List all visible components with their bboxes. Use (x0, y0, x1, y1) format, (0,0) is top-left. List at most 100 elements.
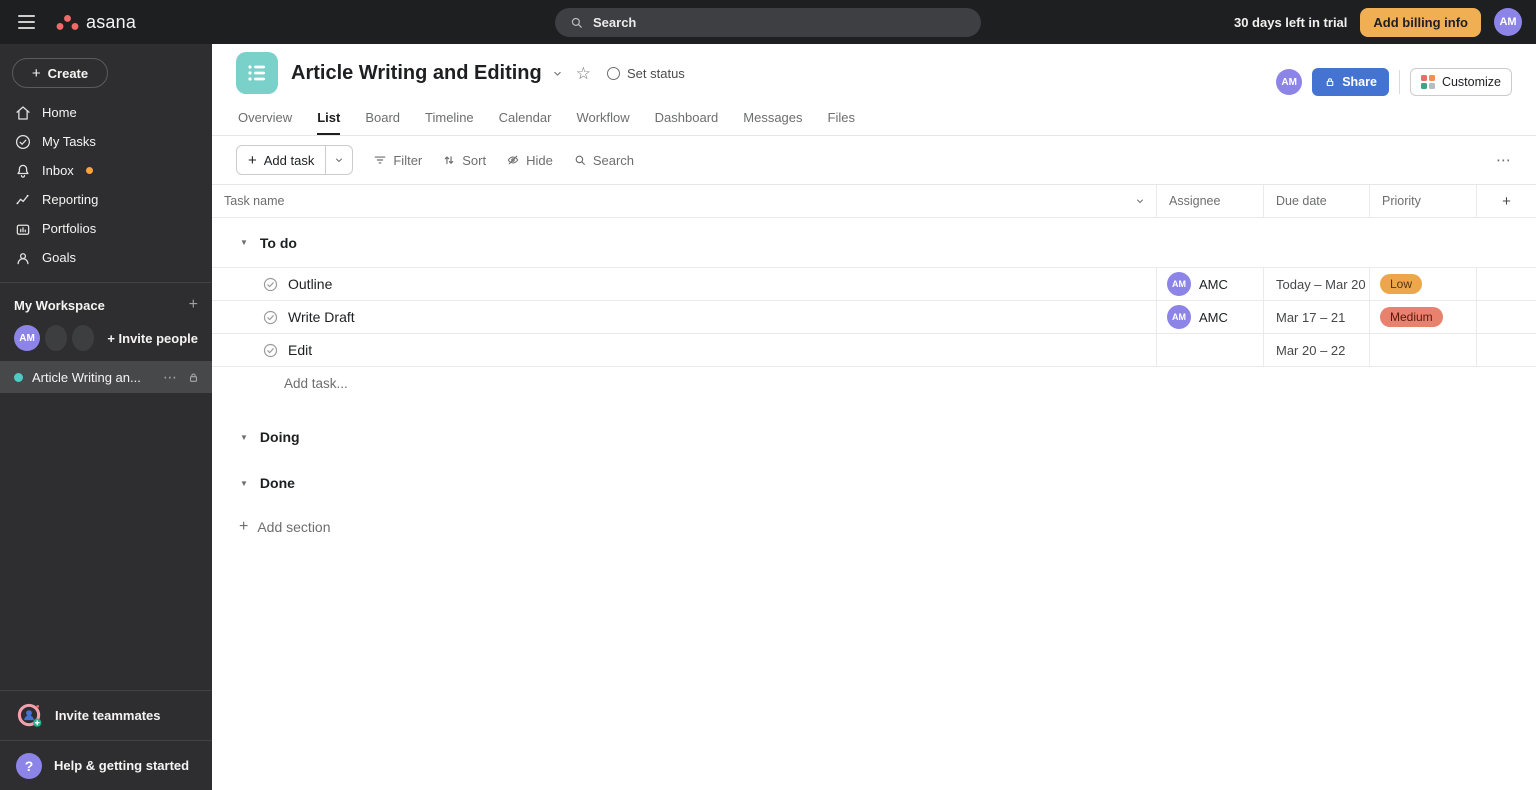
sidebar-item-inbox[interactable]: Inbox (0, 156, 212, 185)
sidebar-footer: Invite teammates ? Help & getting starte… (0, 690, 212, 790)
sort-icon (444, 156, 454, 165)
check-circle-icon[interactable] (262, 309, 279, 326)
filter-button[interactable]: Filter (373, 153, 422, 168)
column-assignee[interactable]: Assignee (1156, 185, 1263, 217)
collapse-chevron-icon[interactable] (1134, 195, 1146, 207)
due-date-cell[interactable]: Mar 17 – 21 (1263, 301, 1369, 333)
priority-cell[interactable]: Low (1369, 268, 1476, 300)
empty-cell (1476, 268, 1536, 300)
column-task-name[interactable]: Task name (224, 194, 284, 208)
sidebar-item-label: Inbox (42, 163, 74, 178)
due-date-cell[interactable]: Today – Mar 20 (1263, 268, 1369, 300)
asana-logo-icon (56, 14, 79, 30)
add-billing-info-button[interactable]: Add billing info (1360, 7, 1481, 37)
project-icon[interactable] (236, 52, 278, 94)
sidebar-item-reporting[interactable]: Reporting (0, 185, 212, 214)
share-button[interactable]: Share (1312, 68, 1389, 96)
list-search-button[interactable]: Search (573, 153, 634, 168)
check-circle-icon[interactable] (262, 342, 279, 359)
tab-files[interactable]: Files (828, 102, 855, 135)
member-avatar[interactable]: AM (14, 325, 40, 351)
asana-logo[interactable]: asana (56, 12, 136, 33)
tab-calendar[interactable]: Calendar (499, 102, 552, 135)
global-search-input[interactable]: Search (555, 8, 981, 37)
add-column-button[interactable]: + (1476, 185, 1536, 217)
task-row-outline[interactable]: Outline AM AMC Today – Mar 20 Low (212, 268, 1536, 301)
user-avatar[interactable]: AM (1494, 8, 1522, 36)
section-collapse-icon[interactable]: ▼ (240, 433, 248, 442)
create-button[interactable]: + Create (12, 58, 108, 88)
sidebar-item-my-tasks[interactable]: My Tasks (0, 127, 212, 156)
sidebar-item-home[interactable]: Home (0, 98, 212, 127)
help-label: Help & getting started (54, 758, 190, 773)
section-collapse-icon[interactable]: ▼ (240, 479, 248, 488)
set-status-button[interactable]: Set status (607, 66, 685, 81)
hide-button[interactable]: Hide (506, 153, 553, 168)
customize-grid-icon (1420, 75, 1435, 89)
add-task-split-button: + Add task (236, 145, 354, 175)
section-header-done[interactable]: ▼ Done (212, 460, 1536, 506)
page-title: Article Writing and Editing (291, 61, 542, 84)
sidebar-project-article-writing[interactable]: Article Writing an... ⋯ (0, 361, 212, 393)
sidebar-item-label: Goals (42, 250, 76, 265)
sort-button[interactable]: Sort (442, 153, 486, 168)
tab-workflow[interactable]: Workflow (576, 102, 629, 135)
invite-teammates-label: Invite teammates (55, 708, 161, 723)
empty-cell (1476, 301, 1536, 333)
invite-people-link[interactable]: + Invite people (107, 331, 198, 346)
list-toolbar: + Add task Filter Sort Hide Search ⋯ (212, 136, 1536, 185)
add-section-button[interactable]: + Add section (212, 518, 1536, 536)
task-row-edit[interactable]: Edit Mar 20 – 22 (212, 334, 1536, 367)
bell-icon (17, 164, 29, 178)
project-more-icon[interactable]: ⋯ (163, 369, 178, 386)
add-task-dropdown[interactable] (325, 146, 352, 174)
priority-cell[interactable] (1369, 334, 1476, 366)
main-content: Article Writing and Editing ☆ Set status… (212, 44, 1536, 790)
task-name[interactable]: Write Draft (288, 309, 355, 325)
sidebar-item-goals[interactable]: Goals (0, 243, 212, 272)
set-status-label: Set status (627, 65, 685, 81)
add-task-button[interactable]: + Add task (237, 146, 325, 174)
help-button[interactable]: ? Help & getting started (0, 740, 212, 790)
add-task-label: Add task (263, 152, 315, 168)
section-header-doing[interactable]: ▼ Doing (212, 414, 1536, 460)
favorite-star-icon[interactable]: ☆ (576, 65, 591, 82)
tab-dashboard[interactable]: Dashboard (655, 102, 719, 135)
task-name[interactable]: Edit (288, 342, 312, 358)
plus-icon: + (31, 64, 41, 82)
tab-list[interactable]: List (317, 102, 341, 135)
tab-messages[interactable]: Messages (743, 102, 802, 135)
sidebar-toggle-icon[interactable] (18, 15, 38, 29)
assignee-cell[interactable]: AM AMC (1156, 268, 1263, 300)
priority-cell[interactable]: Medium (1369, 301, 1476, 333)
due-date-cell[interactable]: Mar 20 – 22 (1263, 334, 1369, 366)
header-divider (1398, 70, 1400, 94)
collaborator-avatar[interactable]: AM (1276, 69, 1303, 95)
add-section-label: Add section (257, 519, 331, 535)
column-priority[interactable]: Priority (1369, 185, 1476, 217)
title-chevron-down-icon[interactable] (551, 67, 564, 80)
sidebar-item-portfolios[interactable]: Portfolios (0, 214, 212, 243)
section-header-todo[interactable]: ▼ To do (212, 218, 1536, 268)
lock-icon (187, 371, 200, 384)
workspace-header[interactable]: My Workspace + (0, 283, 212, 318)
assignee-cell[interactable]: AM AMC (1156, 301, 1263, 333)
check-circle-icon[interactable] (262, 276, 279, 293)
column-due-date[interactable]: Due date (1263, 185, 1369, 217)
project-color-dot (14, 372, 23, 382)
section-collapse-icon[interactable]: ▼ (240, 238, 248, 247)
toolbar-more-icon[interactable]: ⋯ (1496, 151, 1512, 169)
tab-overview[interactable]: Overview (238, 102, 292, 135)
priority-badge: Medium (1380, 307, 1443, 327)
sidebar: + Create Home My Tasks Inbox Reporting P… (0, 44, 212, 790)
tab-timeline[interactable]: Timeline (425, 102, 474, 135)
task-row-write-draft[interactable]: Write Draft AM AMC Mar 17 – 21 Medium (212, 301, 1536, 334)
invite-teammates-button[interactable]: Invite teammates (0, 690, 212, 740)
add-project-icon[interactable]: + (189, 296, 198, 314)
assignee-cell[interactable] (1156, 334, 1263, 366)
task-name[interactable]: Outline (288, 276, 332, 292)
add-task-inline[interactable]: Add task... (212, 367, 1536, 400)
customize-button[interactable]: Customize (1409, 68, 1512, 96)
tab-board[interactable]: Board (365, 102, 400, 135)
person-icon (17, 252, 29, 264)
